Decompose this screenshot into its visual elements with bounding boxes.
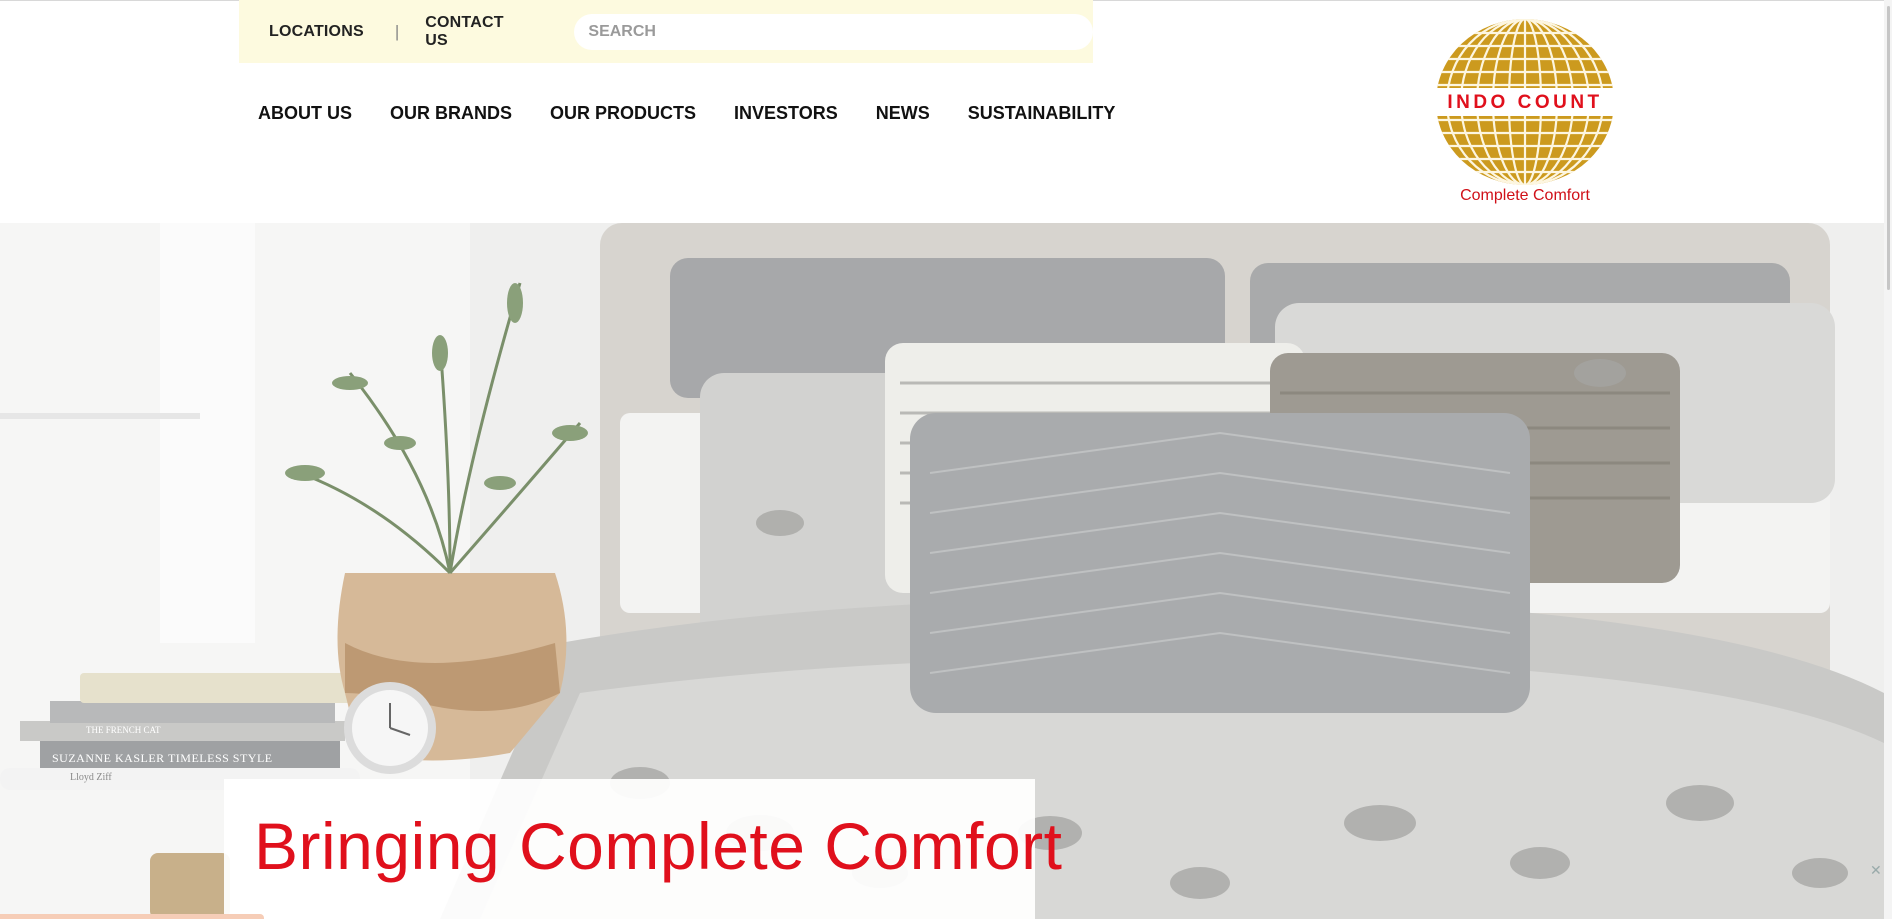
close-icon[interactable]: ✕ <box>1870 862 1882 879</box>
cookie-banner-edge[interactable] <box>0 914 264 919</box>
contact-us-link[interactable]: CONTACT US <box>425 14 529 50</box>
main-navigation: ABOUT US OUR BRANDS OUR PRODUCTS INVESTO… <box>258 103 1153 124</box>
book-title-3: Lloyd Ziff <box>70 772 112 783</box>
nav-news[interactable]: NEWS <box>876 103 930 124</box>
locations-link[interactable]: LOCATIONS <box>269 23 364 41</box>
book-title-2: SUZANNE KASLER TIMELESS STYLE <box>52 751 273 765</box>
utility-bar: LOCATIONS | CONTACT US <box>239 0 1093 63</box>
brand-logo[interactable]: INDO COUNT Complete Comfort <box>1424 16 1626 208</box>
nav-investors[interactable]: INVESTORS <box>734 103 838 124</box>
book-title-1: THE FRENCH CAT <box>86 725 161 735</box>
scrollbar-thumb[interactable] <box>1887 6 1890 290</box>
logo-tagline: Complete Comfort <box>1460 187 1590 204</box>
logo-brand-name: INDO COUNT <box>1447 92 1603 113</box>
nav-our-products[interactable]: OUR PRODUCTS <box>550 103 696 124</box>
utility-separator: | <box>394 21 400 41</box>
hero-headline: Bringing Complete Comfort <box>254 809 1063 883</box>
nav-about-us[interactable]: ABOUT US <box>258 103 352 124</box>
search-input[interactable] <box>574 13 1093 50</box>
nav-our-brands[interactable]: OUR BRANDS <box>390 103 512 124</box>
nav-sustainability[interactable]: SUSTAINABILITY <box>968 103 1116 124</box>
